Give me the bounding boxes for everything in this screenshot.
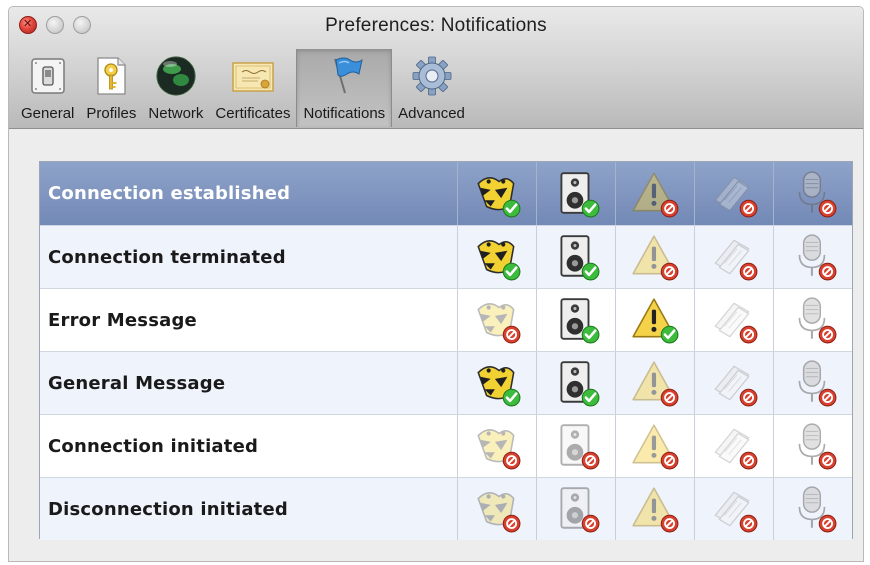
toolbar-item-general[interactable]: General bbox=[15, 49, 80, 127]
toggle-log[interactable] bbox=[694, 352, 773, 414]
notifications-table: Connection established Connection termina… bbox=[39, 161, 853, 540]
toggle-growl[interactable] bbox=[457, 478, 536, 540]
toggle-log[interactable] bbox=[694, 415, 773, 477]
toggle-log[interactable] bbox=[694, 226, 773, 288]
toggle-sound[interactable] bbox=[536, 478, 615, 540]
toolbar-label-notifications: Notifications bbox=[303, 105, 386, 122]
toolbar-label-network: Network bbox=[148, 105, 204, 122]
table-row[interactable]: Error Message bbox=[40, 288, 852, 351]
toggle-log[interactable] bbox=[694, 478, 773, 540]
microphone-icon bbox=[798, 360, 837, 407]
toggle-speech[interactable] bbox=[773, 478, 852, 540]
microphone-icon bbox=[798, 170, 837, 217]
profile-key-icon bbox=[97, 57, 127, 95]
microphone-icon bbox=[798, 234, 837, 281]
toggle-sound[interactable] bbox=[536, 162, 615, 225]
window-title: Preferences: Notifications bbox=[325, 15, 547, 36]
table-row[interactable]: Connection initiated bbox=[40, 414, 852, 477]
toolbar-label-profiles: Profiles bbox=[86, 105, 137, 122]
toolbar-label-advanced: Advanced bbox=[398, 105, 465, 122]
row-label: Connection terminated bbox=[48, 246, 286, 268]
warning-icon bbox=[632, 171, 679, 217]
toggle-alert[interactable] bbox=[615, 162, 694, 225]
row-label: Error Message bbox=[48, 309, 197, 331]
warning-icon bbox=[632, 361, 679, 407]
speaker-icon bbox=[560, 171, 600, 217]
toggle-alert[interactable] bbox=[615, 415, 694, 477]
table-row[interactable]: Connection established bbox=[40, 162, 852, 225]
toggle-speech[interactable] bbox=[773, 415, 852, 477]
microphone-icon bbox=[798, 486, 837, 533]
preferences-window: Preferences: Notifications General bbox=[8, 6, 864, 562]
toolbar-item-notifications[interactable]: Notifications bbox=[296, 49, 393, 127]
speaker-icon bbox=[560, 361, 600, 407]
log-paper-icon bbox=[714, 302, 758, 344]
gear-icon bbox=[412, 56, 451, 96]
toggle-sound[interactable] bbox=[536, 289, 615, 351]
flag-icon bbox=[334, 57, 364, 94]
toggle-sound[interactable] bbox=[536, 352, 615, 414]
toggle-sound[interactable] bbox=[536, 226, 615, 288]
toggle-growl[interactable] bbox=[457, 289, 536, 351]
toggle-speech[interactable] bbox=[773, 162, 852, 225]
row-label: General Message bbox=[48, 372, 226, 394]
titlebar: Preferences: Notifications General bbox=[9, 7, 863, 129]
growl-icon bbox=[477, 176, 521, 217]
log-paper-icon bbox=[714, 365, 758, 407]
warning-icon bbox=[632, 298, 679, 344]
toolbar-item-network[interactable]: Network bbox=[142, 49, 209, 127]
toolbar-label-certificates: Certificates bbox=[215, 105, 291, 122]
toggle-growl[interactable] bbox=[457, 352, 536, 414]
growl-icon bbox=[477, 240, 521, 281]
row-label: Connection established bbox=[48, 183, 291, 204]
switch-icon bbox=[30, 58, 65, 94]
speaker-icon bbox=[560, 487, 600, 533]
log-paper-icon bbox=[714, 491, 758, 533]
speaker-icon bbox=[560, 235, 600, 281]
growl-icon bbox=[477, 429, 521, 470]
toolbar-label-general: General bbox=[21, 105, 75, 122]
toggle-growl[interactable] bbox=[457, 415, 536, 477]
table-row[interactable]: Disconnection initiated bbox=[40, 477, 852, 540]
toggle-speech[interactable] bbox=[773, 289, 852, 351]
toolbar-item-certificates[interactable]: Certificates bbox=[209, 49, 296, 127]
speaker-icon bbox=[560, 424, 600, 470]
speaker-icon bbox=[560, 298, 600, 344]
toolbar-item-profiles[interactable]: Profiles bbox=[80, 49, 142, 127]
network-globe-icon bbox=[156, 56, 196, 96]
row-label: Connection initiated bbox=[48, 435, 259, 457]
toggle-growl[interactable] bbox=[457, 226, 536, 288]
toolbar-item-advanced[interactable]: Advanced bbox=[392, 49, 471, 127]
log-paper-icon bbox=[714, 176, 758, 217]
toggle-log[interactable] bbox=[694, 162, 773, 225]
toggle-alert[interactable] bbox=[615, 478, 694, 540]
toggle-log[interactable] bbox=[694, 289, 773, 351]
toggle-speech[interactable] bbox=[773, 226, 852, 288]
certificate-icon bbox=[232, 62, 274, 92]
toggle-growl[interactable] bbox=[457, 162, 536, 225]
table-row[interactable]: Connection terminated bbox=[40, 225, 852, 288]
preferences-toolbar: General Profiles Network Certificates No… bbox=[15, 49, 471, 127]
toggle-sound[interactable] bbox=[536, 415, 615, 477]
growl-icon bbox=[477, 366, 521, 407]
toggle-alert[interactable] bbox=[615, 352, 694, 414]
microphone-icon bbox=[798, 297, 837, 344]
growl-icon bbox=[477, 303, 521, 344]
warning-icon bbox=[632, 487, 679, 533]
table-row[interactable]: General Message bbox=[40, 351, 852, 414]
microphone-icon bbox=[798, 423, 837, 470]
toggle-speech[interactable] bbox=[773, 352, 852, 414]
warning-icon bbox=[632, 235, 679, 281]
row-label: Disconnection initiated bbox=[48, 498, 288, 520]
warning-icon bbox=[632, 424, 679, 470]
toggle-alert[interactable] bbox=[615, 226, 694, 288]
log-paper-icon bbox=[714, 239, 758, 281]
toggle-alert[interactable] bbox=[615, 289, 694, 351]
log-paper-icon bbox=[714, 428, 758, 470]
growl-icon bbox=[477, 492, 521, 533]
